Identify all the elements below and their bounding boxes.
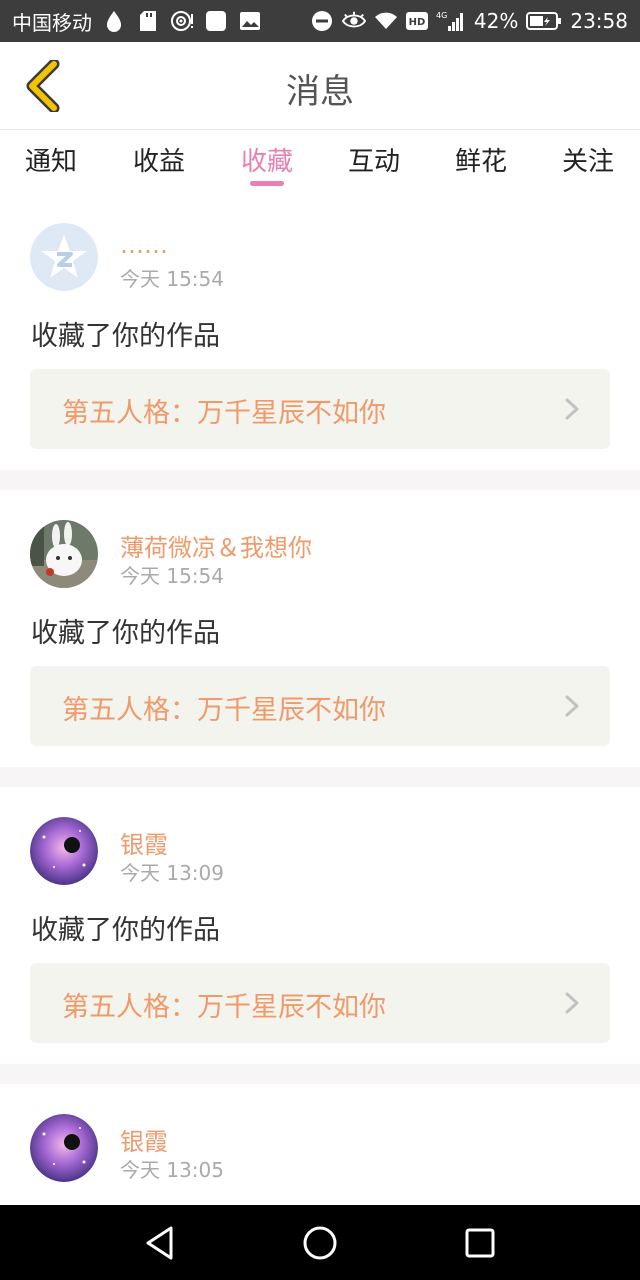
avatar[interactable] [30, 1114, 98, 1182]
do-not-disturb-icon [310, 9, 334, 33]
hd-label: HD [409, 17, 426, 28]
active-tab-indicator [250, 181, 284, 186]
triangle-back-icon [146, 1226, 173, 1260]
work-title: 第五人格：万千星辰不如你 [62, 398, 386, 429]
page-title: 消息 [286, 72, 354, 112]
notification-card: 银霞 今天 13:09 收藏了你的作品 第五人格：万千星辰不如你 [0, 787, 640, 1064]
chevron-right-icon [565, 398, 579, 420]
clock: 23:58 [570, 9, 628, 33]
action-text: 收藏了你的作品 [31, 915, 220, 946]
wifi-icon [374, 9, 398, 33]
tab-following[interactable]: 关注 [533, 141, 640, 178]
notification-feed: …… 今天 15:54 收藏了你的作品 第五人格：万千星辰不如你 薄荷微凉＆我想… [0, 193, 640, 1205]
battery-icon [526, 9, 562, 33]
work-link[interactable]: 第五人格：万千星辰不如你 [30, 666, 610, 746]
status-bar: 中国移动 HD 4G 42% 23:58 [0, 0, 640, 42]
avatar[interactable] [30, 817, 98, 885]
tab-earnings[interactable]: 收益 [104, 141, 214, 178]
username[interactable]: …… [120, 231, 168, 259]
timestamp: 今天 15:54 [120, 267, 224, 291]
nav-recents-button[interactable] [460, 1223, 500, 1263]
hotspot-icon [170, 9, 194, 33]
username[interactable]: 银霞 [120, 825, 168, 860]
battery-percent: 42% [473, 9, 519, 33]
action-text: 收藏了你的作品 [31, 321, 220, 352]
cellular-signal-icon: 4G [436, 9, 466, 33]
notification-card: 薄荷微凉＆我想你 今天 15:54 收藏了你的作品 第五人格：万千星辰不如你 [0, 490, 640, 767]
galaxy-avatar-icon [30, 1114, 98, 1182]
timestamp: 今天 13:09 [120, 861, 224, 885]
work-link[interactable]: 第五人格：万千星辰不如你 [30, 369, 610, 449]
avatar[interactable] [30, 520, 98, 588]
app-square-icon [204, 9, 228, 33]
tab-interactions[interactable]: 互动 [319, 141, 429, 178]
tab-notifications[interactable]: 通知 [0, 141, 106, 178]
eye-icon [341, 9, 366, 33]
bunny-avatar-icon [30, 520, 98, 588]
galaxy-avatar-icon [30, 817, 98, 885]
category-tabs: 通知 收益 收藏 互动 鲜花 关注 [0, 131, 640, 193]
square-recents-icon [465, 1228, 495, 1258]
tab-flowers[interactable]: 鲜花 [426, 141, 536, 178]
app-header: 消息 [0, 42, 640, 130]
timestamp: 今天 15:54 [120, 564, 224, 588]
network-label: 4G [436, 11, 447, 20]
notification-card: …… 今天 15:54 收藏了你的作品 第五人格：万千星辰不如你 [0, 193, 640, 470]
action-text: 收藏了你的作品 [31, 618, 220, 649]
timestamp: 今天 13:05 [120, 1158, 224, 1182]
work-title: 第五人格：万千星辰不如你 [62, 695, 386, 726]
carrier-label: 中国移动 [12, 10, 92, 35]
sd-card-icon [136, 9, 160, 33]
chevron-right-icon [565, 695, 579, 717]
hd-icon: HD [405, 9, 428, 33]
notification-card: 银霞 今天 13:05 [0, 1084, 640, 1205]
circle-home-icon [303, 1226, 337, 1260]
default-qq-avatar-icon [30, 223, 98, 291]
work-link[interactable]: 第五人格：万千星辰不如你 [30, 963, 610, 1043]
avatar[interactable] [30, 223, 98, 291]
username[interactable]: 薄荷微凉＆我想你 [120, 528, 312, 563]
nav-back-button[interactable] [140, 1223, 180, 1263]
username[interactable]: 银霞 [120, 1122, 168, 1157]
chevron-right-icon [565, 992, 579, 1014]
work-title: 第五人格：万千星辰不如你 [62, 992, 386, 1023]
tab-favorites[interactable]: 收藏 [212, 141, 322, 178]
notification-drop-icon [102, 9, 126, 33]
system-nav-bar [0, 1205, 640, 1280]
nav-home-button[interactable] [300, 1223, 340, 1263]
gallery-icon [238, 9, 262, 33]
